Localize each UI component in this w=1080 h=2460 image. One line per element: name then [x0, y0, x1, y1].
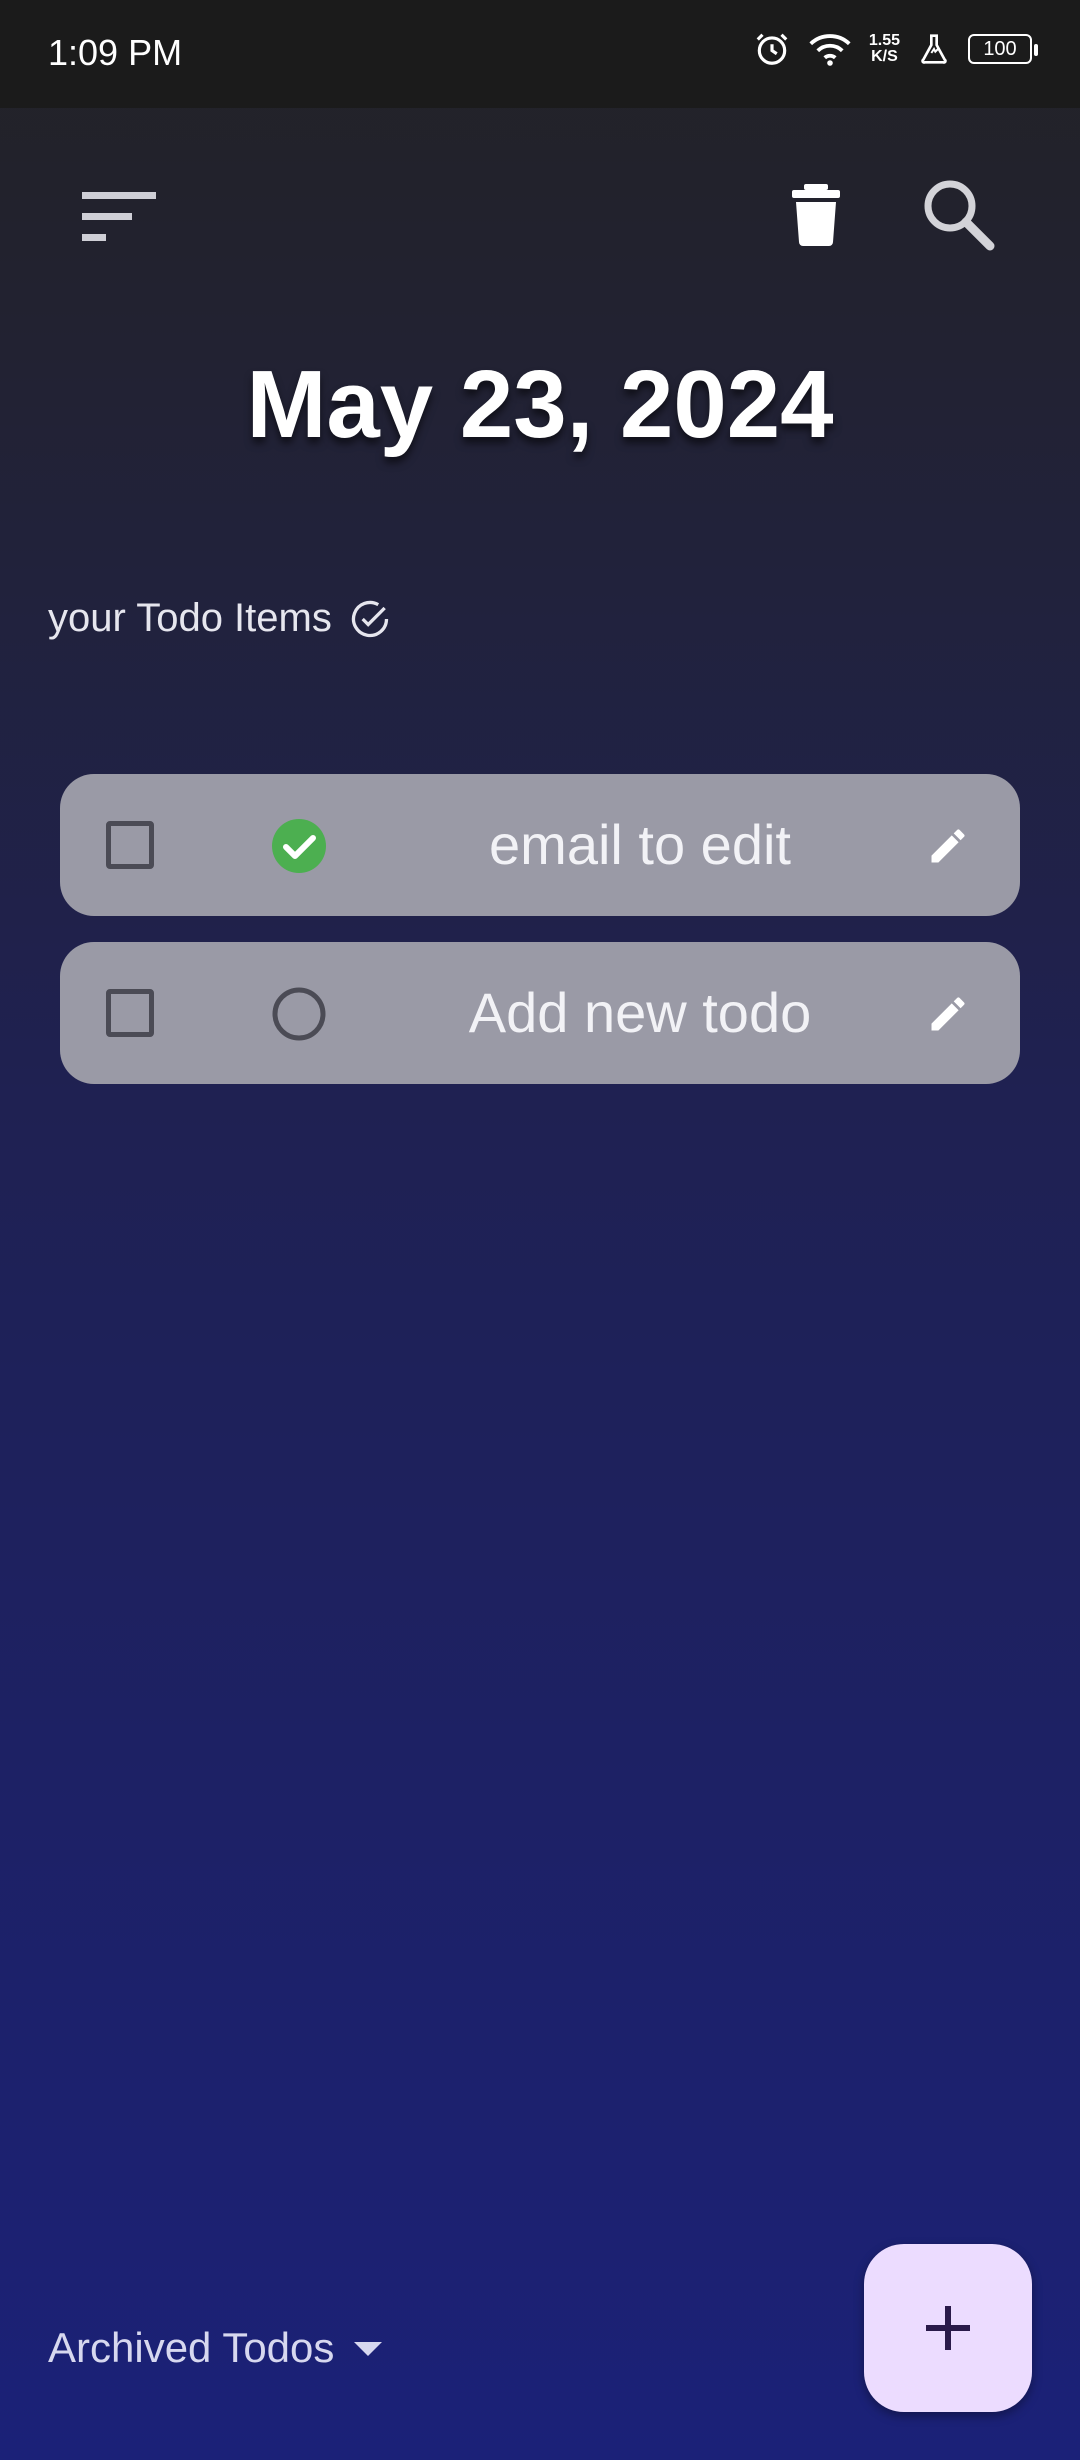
- sort-icon[interactable]: [82, 190, 156, 244]
- status-icons: 1.55 K/S 100: [753, 30, 1038, 68]
- flask-icon: [921, 34, 947, 64]
- section-label-text: your Todo Items: [48, 596, 332, 640]
- todo-text: email to edit: [489, 813, 791, 876]
- status-bar: 1:09 PM 1.55 K/S 100: [0, 0, 1080, 108]
- check-circle-outline-icon: [351, 600, 389, 637]
- speed-value: 1.55: [868, 32, 900, 49]
- check-circle-icon[interactable]: [272, 819, 326, 873]
- page-title: May 23, 2024: [246, 351, 834, 458]
- todo-select-checkbox[interactable]: [106, 821, 154, 869]
- search-icon[interactable]: [920, 176, 996, 252]
- empty-circle-icon[interactable]: [272, 987, 326, 1041]
- edit-icon[interactable]: [926, 824, 970, 868]
- trash-icon[interactable]: [790, 184, 842, 246]
- todo-item[interactable]: email to edit: [60, 774, 1020, 916]
- edit-icon[interactable]: [926, 992, 970, 1036]
- wifi-icon: [809, 34, 851, 66]
- plus-icon: [926, 2306, 970, 2350]
- todo-text: Add new todo: [468, 981, 812, 1044]
- todo-select-checkbox[interactable]: [106, 989, 154, 1037]
- speed-unit: K/S: [871, 48, 898, 65]
- status-time: 1:09 PM: [48, 32, 183, 73]
- archived-todos-label: Archived Todos: [48, 2324, 335, 2371]
- network-speed: 1.55 K/S: [869, 33, 900, 65]
- section-label: your Todo Items: [48, 596, 392, 641]
- alarm-icon: [756, 33, 788, 65]
- add-todo-button[interactable]: [864, 2244, 1032, 2412]
- battery-icon: 100: [968, 34, 1038, 64]
- dropdown-arrow-icon: [354, 2342, 383, 2356]
- archived-todos-toggle[interactable]: Archived Todos: [48, 2324, 384, 2372]
- todo-item[interactable]: Add new todo: [60, 942, 1020, 1084]
